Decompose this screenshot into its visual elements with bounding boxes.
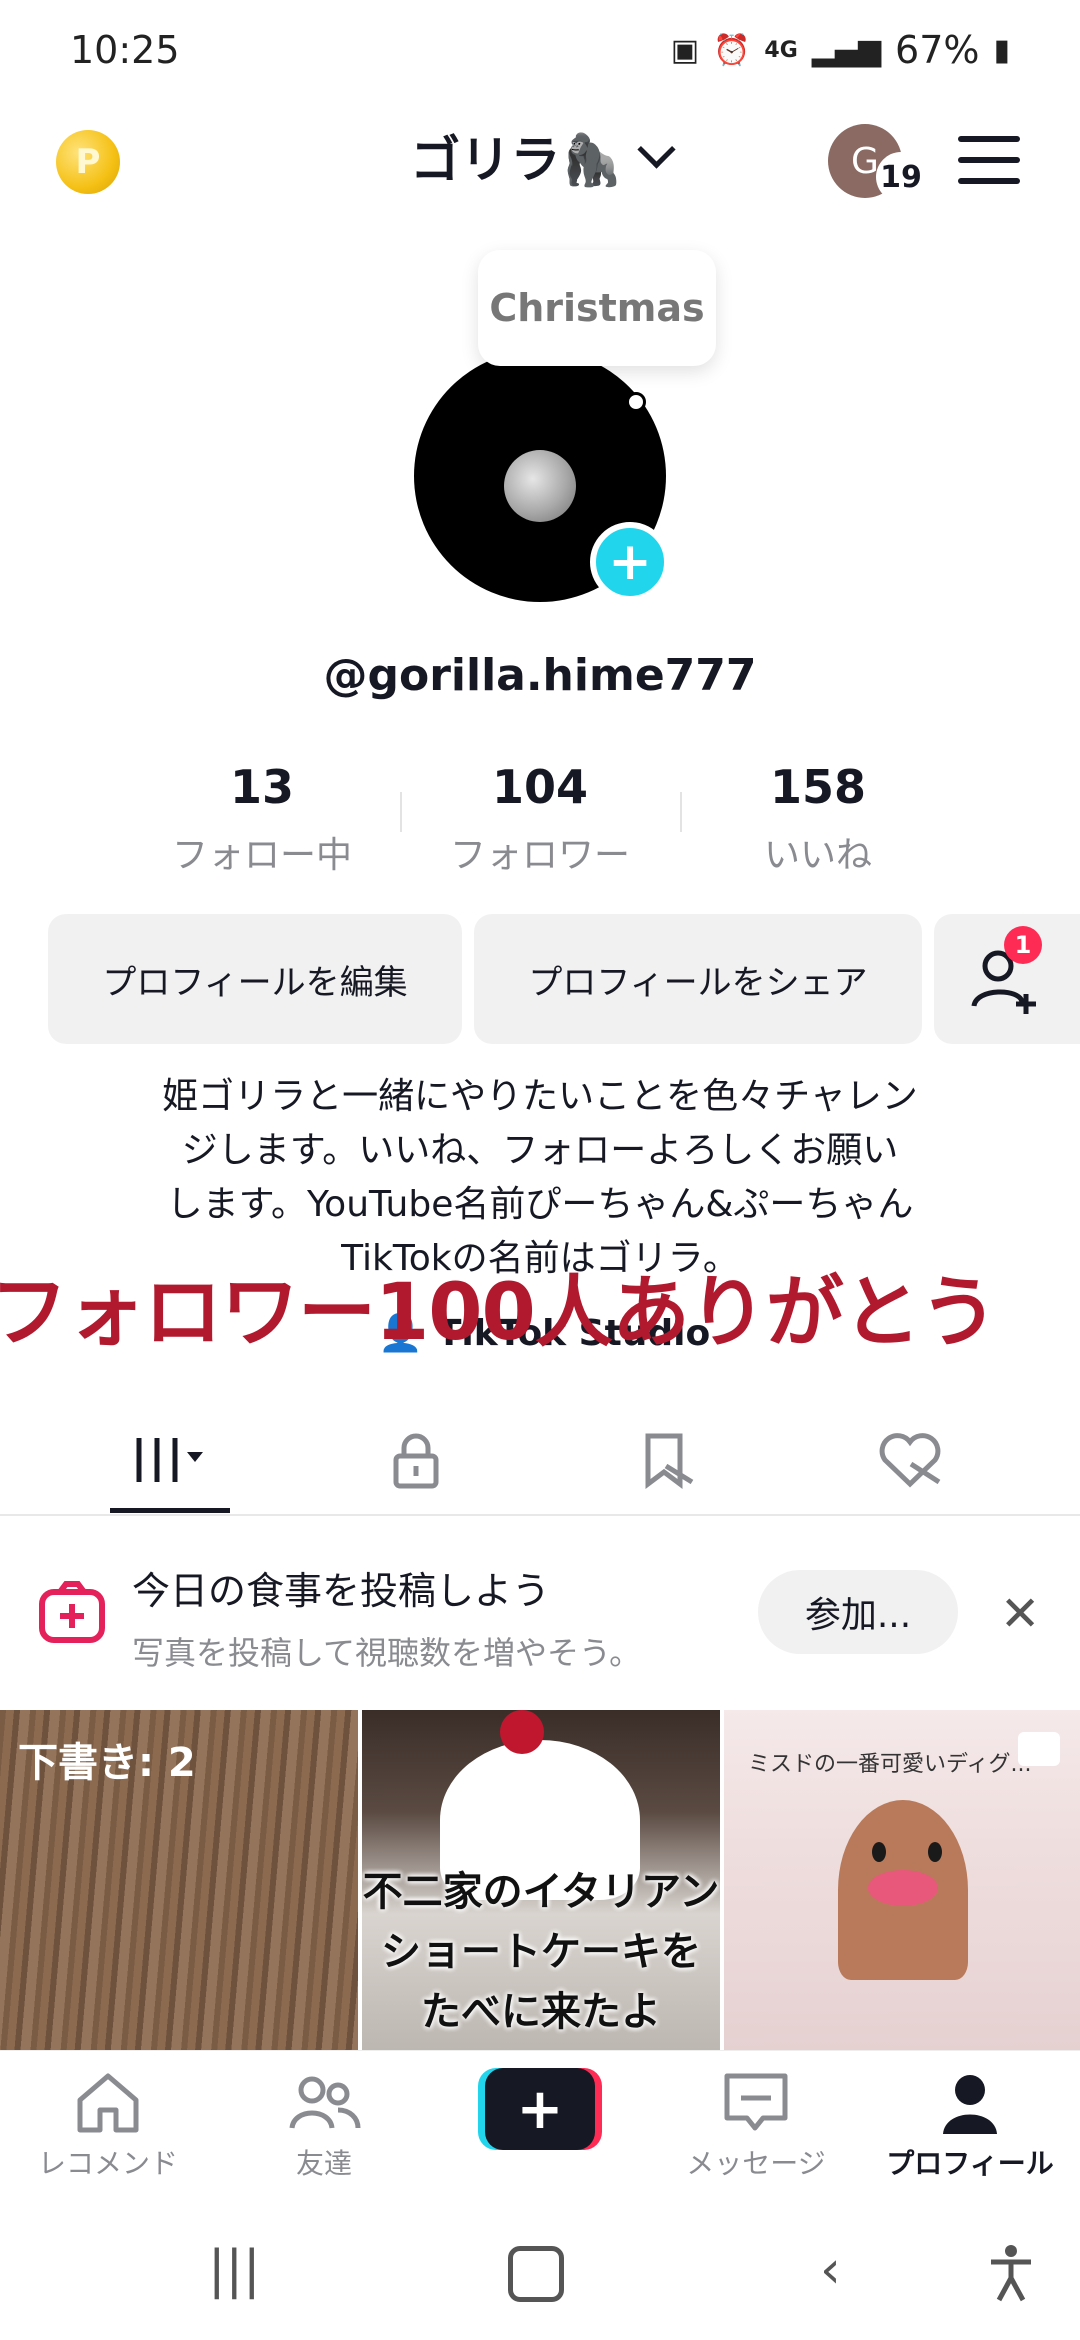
stat-followers[interactable]: 104 フォロワー — [400, 760, 680, 878]
stat-value: 104 — [491, 760, 589, 814]
stat-label: フォロワー — [449, 835, 630, 876]
notification-badge: 19 — [876, 152, 926, 202]
bio-line: 姫ゴリラと一緒にやりたいことを色々チャレン — [162, 1076, 918, 1117]
strawberry-image — [500, 1710, 544, 1754]
friends-icon — [289, 2076, 361, 2129]
stat-value: 13 — [229, 760, 294, 814]
close-icon[interactable]: ✕ — [1000, 1586, 1040, 1642]
active-tab-indicator — [110, 1508, 230, 1513]
stat-label: フォロー中 — [171, 835, 352, 876]
photo-tile-caption: ミスドの一番可愛いディグ... — [748, 1752, 1032, 1777]
stat-label: いいね — [763, 835, 872, 876]
draft-count-label: 下書き: 2 — [18, 1740, 196, 1786]
bookmark-hidden-icon — [645, 1433, 694, 1489]
eye — [872, 1842, 886, 1862]
stat-likes[interactable]: 158 いいね — [678, 760, 958, 878]
plus-icon: + — [485, 2068, 595, 2150]
account-title: ゴリラ🦍 — [410, 131, 623, 189]
note-bubble[interactable]: Christmas — [478, 250, 716, 366]
nav-home[interactable]: レコメンド — [18, 2070, 198, 2182]
caption-line: ショートケーキを — [381, 1929, 701, 1975]
menu-icon[interactable] — [958, 136, 1020, 184]
bio-line: します。YouTube名前ぴーちゃん&ぷーちゃん — [166, 1184, 914, 1225]
sim-icon: ▣ — [670, 32, 700, 68]
moon-image — [504, 450, 576, 522]
join-button[interactable]: 参加... — [758, 1570, 958, 1654]
photo-post-icon — [1018, 1732, 1060, 1766]
alarm-icon: ⏰ — [713, 32, 751, 68]
edit-profile-button[interactable]: プロフィールを編集 — [48, 914, 462, 1044]
home-button-icon[interactable] — [508, 2236, 564, 2302]
chevron-down-icon — [637, 129, 676, 169]
nav-label: 友達 — [295, 2147, 352, 2180]
lock-icon — [393, 1433, 439, 1489]
username: @gorilla.hime777 — [323, 650, 757, 701]
profile-icon — [943, 2075, 997, 2134]
nav-friends[interactable]: 友達 — [234, 2070, 414, 2182]
nose — [868, 1870, 938, 1906]
network-label: 4G — [764, 37, 798, 63]
nav-label: メッセージ — [686, 2147, 826, 2180]
tab-private[interactable] — [326, 1420, 506, 1500]
caption-line: 不二家のイタリアン — [362, 1869, 720, 1915]
back-icon[interactable]: ‹ — [820, 2240, 841, 2300]
bubble-tail — [626, 392, 646, 412]
video-overlay-caption: フォロワー100人ありがとう — [0, 1268, 998, 1358]
nav-label: プロフィール — [886, 2147, 1054, 2180]
heart-hidden-icon — [879, 1433, 941, 1488]
bio-line: ジします。いいね、フォローよろしくお願い — [181, 1130, 899, 1171]
nav-messages[interactable]: メッセージ — [666, 2070, 846, 2182]
friend-count-badge: 1 — [1004, 926, 1042, 964]
create-button[interactable]: + — [478, 2068, 602, 2150]
battery-level: 67% — [895, 28, 980, 72]
share-profile-button[interactable]: プロフィールをシェア — [474, 914, 922, 1044]
nav-profile[interactable]: プロフィール — [880, 2070, 1060, 2182]
tab-videos[interactable] — [80, 1420, 260, 1500]
accessibility-icon[interactable] — [988, 2244, 1034, 2315]
status-icons: ▣ ⏰ 4G ▂▄▆ 67% ▮ — [671, 28, 1010, 72]
recent-apps-icon[interactable]: ||| — [208, 2240, 261, 2300]
add-story-button[interactable]: + — [590, 522, 670, 602]
video-tile-caption: 不二家のイタリアン ショートケーキを たべに来たよ — [362, 1862, 720, 2042]
banner-title: 今日の食事を投稿しよう — [132, 1569, 551, 1613]
message-icon — [724, 2073, 788, 2131]
tab-liked[interactable] — [820, 1420, 1000, 1500]
banner-subtitle: 写真を投稿して視聴数を増やそう。 — [132, 1634, 642, 1672]
add-photo-icon — [39, 1581, 105, 1643]
eye — [928, 1842, 942, 1862]
caption-line: たべに来たよ — [421, 1989, 661, 2035]
status-time: 10:25 — [70, 28, 180, 72]
grid-icon — [136, 1438, 203, 1482]
home-icon — [77, 2073, 139, 2133]
nav-label: レコメンド — [37, 2147, 178, 2180]
stat-following[interactable]: 13 フォロー中 — [122, 760, 402, 878]
signal-icon: ▂▄▆ — [811, 32, 882, 68]
tab-favorites[interactable] — [576, 1420, 756, 1500]
battery-icon: ▮ — [993, 32, 1010, 68]
stat-value: 158 — [769, 760, 867, 814]
